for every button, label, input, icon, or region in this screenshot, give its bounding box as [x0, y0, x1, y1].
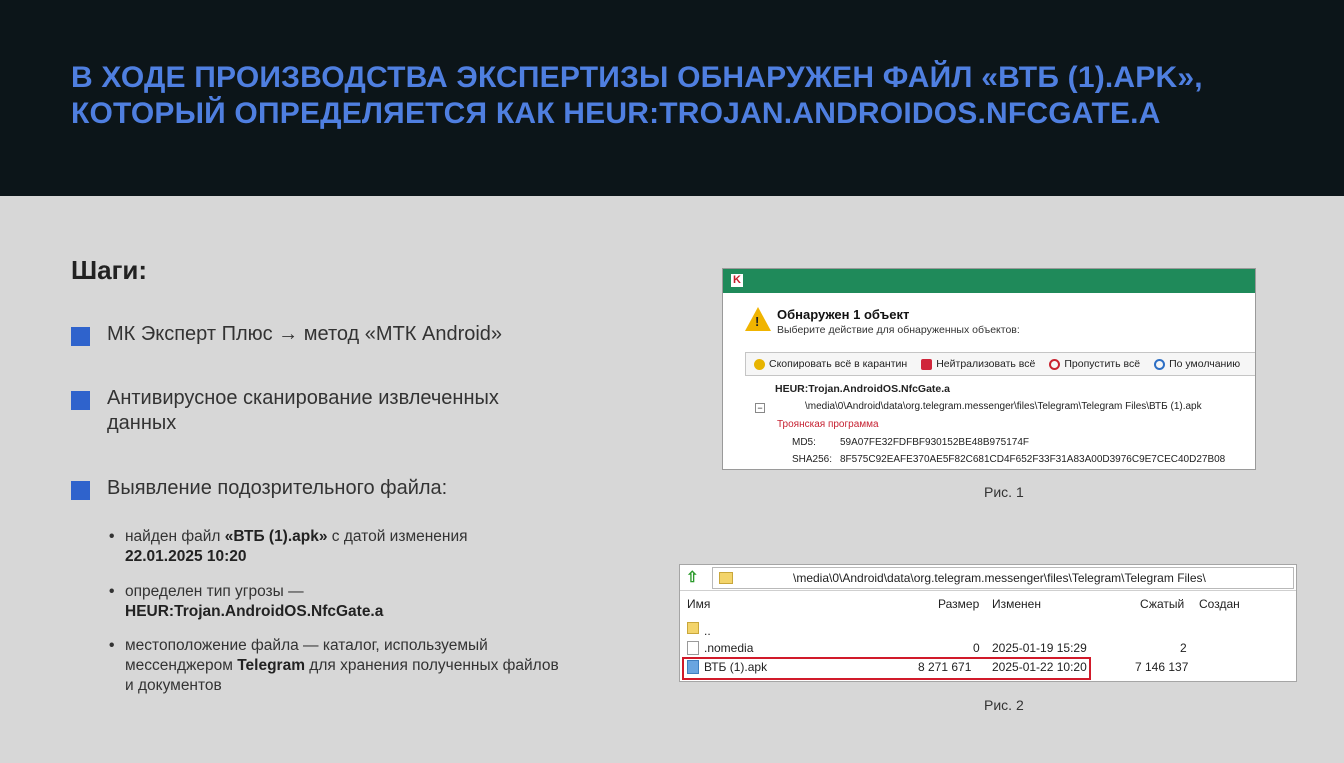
step-item-2: Антивирусное сканирование извлеченных да…	[71, 386, 557, 436]
step-item-3: Выявление подозрительного файла:	[71, 476, 567, 501]
quarantine-icon	[754, 358, 765, 370]
antivirus-window: K ! Обнаружен 1 объект Выберите действие…	[722, 268, 1256, 470]
file-row-parent[interactable]: ..	[680, 620, 1296, 638]
slide-title-line-1: В ХОДЕ ПРОИЗВОДСТВА ЭКСПЕРТИЗЫ ОБНАРУЖЕН…	[71, 61, 1203, 94]
button-label: Скопировать всё в карантин	[769, 358, 908, 370]
bullet-dot-icon: •	[109, 637, 115, 654]
path-text: \media\0\Android\data\org.telegram.messe…	[793, 571, 1206, 585]
button-label: Пропустить всё	[1064, 358, 1141, 370]
modified-date: 22.01.2025 10:20	[125, 548, 247, 565]
window-titlebar: K	[723, 269, 1255, 293]
file-manager: ⇧ \media\0\Android\data\org.telegram.mes…	[679, 564, 1297, 682]
step-text: Антивирусное сканирование извлеченных да…	[107, 387, 499, 434]
warning-icon: !	[745, 307, 771, 331]
threat-type: Троянская программа	[777, 419, 879, 430]
file-name: .nomedia	[704, 641, 754, 655]
steps-heading: Шаги:	[71, 255, 148, 285]
detection-details: HEUR:Trojan.AndroidOS.NfcGate.a − \media…	[745, 376, 1255, 469]
undo-icon	[1154, 358, 1166, 370]
neutralize-icon	[921, 358, 933, 370]
detection-title: Обнаружен 1 объект	[777, 307, 910, 322]
sub-item-3: • местоположение файла — каталог, исполь…	[109, 636, 560, 696]
button-label: По умолчанию	[1169, 358, 1241, 370]
column-headers: Имя Размер Изменен Сжатый Создан	[680, 597, 1296, 615]
bullet-dot-icon: •	[109, 583, 115, 600]
skip-icon	[1049, 358, 1061, 370]
file-packed: 2	[1180, 641, 1187, 655]
sub-text-part: определен тип угрозы —	[125, 583, 304, 600]
detection-subtitle: Выберите действие для обнаруженных объек…	[777, 324, 1020, 336]
threat-name: HEUR:Trojan.AndroidOS.NfcGate.a	[775, 383, 951, 395]
bullet-square-icon	[71, 481, 90, 500]
file-name: ..	[704, 624, 711, 638]
file-path: \media\0\Android\data\org.telegram.messe…	[805, 401, 1202, 412]
file-modified: 2025-01-19 15:29	[992, 641, 1087, 655]
sha256-value: 8F575C92EAFE370AE5F82C681CD4F652F33F31A8…	[840, 454, 1226, 465]
figure-1-caption: Рис. 1	[984, 484, 1024, 500]
highlight-frame	[682, 657, 1091, 680]
md5-row: MD5: 59A07FE32FDFBF930152BE48B975174F	[792, 437, 1029, 448]
file-row[interactable]: .nomedia 0 2025-01-19 15:29 2	[680, 640, 1296, 658]
sub-text-part: найден файл	[125, 528, 225, 545]
quarantine-all-button[interactable]: Скопировать всё в карантин	[754, 358, 907, 370]
kaspersky-logo-icon: K	[731, 274, 743, 287]
slide-title-line-2: КОТОРЫЙ ОПРЕДЕЛЯЕТСЯ КАК HEUR:TROJAN.AND…	[71, 97, 1161, 130]
default-button[interactable]: По умолчанию	[1154, 358, 1240, 370]
sub-text-part: с датой изменения	[327, 528, 468, 545]
sha256-label: SHA256:	[792, 454, 833, 465]
file-size: 0	[973, 641, 980, 655]
column-name[interactable]: Имя	[687, 597, 710, 611]
threat-name: HEUR:Trojan.AndroidOS.NfcGate.a	[125, 603, 384, 620]
sub-item-2: • определен тип угрозы — HEUR:Trojan.And…	[109, 582, 565, 622]
column-modified[interactable]: Изменен	[992, 597, 1041, 611]
step-text: Выявление подозрительного файла:	[107, 477, 448, 499]
up-folder-icon[interactable]: ⇧	[686, 570, 699, 585]
path-bar: ⇧ \media\0\Android\data\org.telegram.mes…	[680, 565, 1296, 591]
md5-label: MD5:	[792, 437, 816, 448]
collapse-icon[interactable]: −	[755, 403, 765, 413]
button-label: Нейтрализовать всё	[936, 358, 1036, 370]
folder-icon	[719, 572, 733, 584]
md5-value: 59A07FE32FDFBF930152BE48B975174F	[840, 437, 1030, 448]
bullet-square-icon	[71, 327, 90, 346]
sub-item-text: местоположение файла — каталог, использу…	[125, 636, 560, 696]
sha256-row: SHA256: 8F575C92EAFE370AE5F82C681CD4F652F…	[792, 454, 1225, 465]
folder-icon	[687, 622, 699, 634]
figure-2-caption: Рис. 2	[984, 697, 1024, 713]
bullet-square-icon	[71, 391, 90, 410]
file-name: «ВТБ (1).apk»	[224, 528, 328, 545]
slide-title: В ХОДЕ ПРОИЗВОДСТВА ЭКСПЕРТИЗЫ ОБНАРУЖЕН…	[71, 60, 1271, 132]
sub-item-text: найден файл «ВТБ (1).apk» с датой измене…	[125, 527, 565, 567]
detection-header: ! Обнаружен 1 объект Выберите действие д…	[745, 305, 1245, 345]
action-toolbar: Скопировать всё в карантин Нейтрализоват…	[745, 352, 1255, 376]
sub-item-1: • найден файл «ВТБ (1).apk» с датой изме…	[109, 527, 565, 567]
column-packed[interactable]: Сжатый	[1140, 597, 1184, 611]
file-packed: 7 146 137	[1135, 660, 1189, 674]
path-field[interactable]: \media\0\Android\data\org.telegram.messe…	[712, 567, 1294, 589]
step-item-1: МК Эксперт Плюс → метод «МТК Android»	[71, 322, 567, 347]
slide-header: В ХОДЕ ПРОИЗВОДСТВА ЭКСПЕРТИЗЫ ОБНАРУЖЕН…	[0, 0, 1344, 196]
sub-item-text: определен тип угрозы — HEUR:Trojan.Andro…	[125, 582, 565, 622]
column-created[interactable]: Создан	[1199, 597, 1240, 611]
messenger-name: Telegram	[237, 657, 305, 674]
skip-all-button[interactable]: Пропустить всё	[1049, 358, 1140, 370]
neutralize-all-button[interactable]: Нейтрализовать всё	[921, 358, 1035, 370]
step-text: МК Эксперт Плюс → метод «МТК Android»	[107, 323, 503, 345]
bullet-dot-icon: •	[109, 528, 115, 545]
file-icon	[687, 641, 699, 655]
column-size[interactable]: Размер	[938, 597, 979, 611]
